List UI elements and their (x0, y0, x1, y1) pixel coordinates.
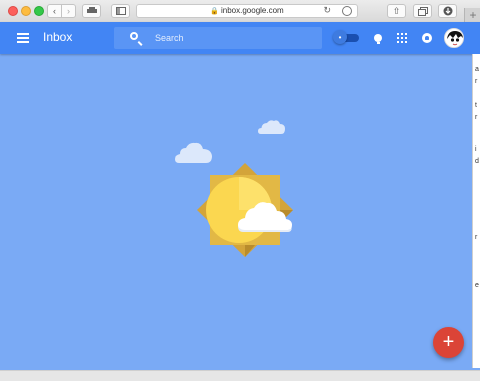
download-icon (443, 6, 452, 16)
notifications-icon[interactable] (422, 33, 432, 43)
edge-text: d (475, 158, 479, 165)
edge-text: r (475, 234, 478, 241)
edge-text: i (475, 146, 477, 153)
show-tabs-button[interactable] (413, 4, 432, 18)
app-title: Inbox (43, 30, 73, 44)
reader-icon[interactable] (342, 6, 352, 16)
print-button[interactable] (82, 4, 101, 18)
url-text: inbox.google.com (221, 6, 284, 15)
browser-toolbar: ‹ › 🔒 inbox.google.com ↻ ⇧ + (0, 0, 480, 23)
avatar[interactable] (444, 28, 464, 48)
minimize-window-button[interactable] (21, 6, 31, 16)
edge-text: a (475, 66, 479, 73)
cloud-icon (175, 142, 212, 163)
sun-icon (197, 163, 293, 257)
downloads-button[interactable] (438, 4, 457, 18)
search-icon[interactable] (130, 32, 138, 40)
forward-button[interactable]: › (61, 4, 76, 18)
back-button[interactable]: ‹ (47, 4, 62, 18)
pinned-toggle[interactable]: • (333, 30, 359, 44)
plus-icon: + (469, 8, 477, 22)
zoom-window-button[interactable] (34, 6, 44, 16)
menu-icon[interactable] (17, 33, 29, 43)
close-window-button[interactable] (8, 6, 18, 16)
share-icon: ⇧ (392, 5, 401, 16)
sidebar-toggle-button[interactable] (111, 4, 130, 18)
edge-text: t (475, 102, 477, 109)
chevron-left-icon: ‹ (53, 6, 56, 16)
compose-button[interactable]: + (433, 327, 464, 358)
reminder-bulb-icon[interactable] (374, 34, 382, 44)
new-tab-button[interactable]: + (464, 8, 480, 22)
horizontal-scrollbar[interactable] (0, 370, 480, 381)
avatar-image (445, 29, 463, 47)
sidebar-icon (115, 7, 126, 15)
lock-icon: 🔒 (210, 8, 219, 15)
app-bar: Inbox • (0, 22, 480, 54)
search-box[interactable] (114, 27, 322, 49)
chevron-right-icon: › (67, 6, 70, 16)
pin-icon: • (333, 30, 347, 44)
search-input[interactable] (155, 31, 315, 45)
cloud-icon (258, 120, 285, 134)
tabs-icon (417, 6, 428, 16)
apps-grid-icon[interactable] (397, 33, 407, 43)
reload-icon[interactable]: ↻ (323, 5, 331, 16)
edge-text: r (475, 78, 478, 85)
printer-icon (86, 7, 97, 13)
address-bar[interactable]: 🔒 inbox.google.com ↻ (136, 4, 358, 18)
share-button[interactable]: ⇧ (387, 4, 406, 18)
background-page-edge: a r t r i d r e (472, 54, 480, 368)
edge-text: r (475, 114, 478, 121)
edge-text: e (475, 282, 479, 289)
